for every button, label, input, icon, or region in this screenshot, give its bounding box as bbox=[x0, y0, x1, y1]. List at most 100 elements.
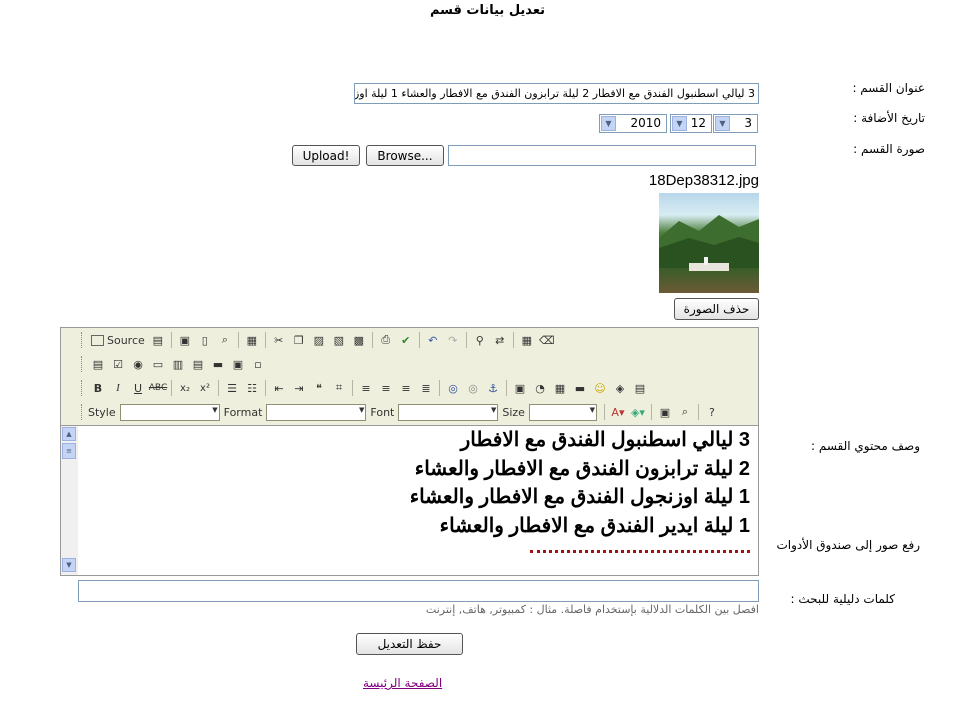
clipped-red-text bbox=[530, 550, 750, 557]
save-icon[interactable]: ▣ bbox=[175, 330, 195, 350]
day-select[interactable]: ▼ 3 bbox=[713, 114, 758, 133]
editor-scrollbar[interactable]: ▲ ≡ ▼ bbox=[61, 425, 78, 575]
smiley-icon[interactable]: ☺ bbox=[590, 378, 610, 398]
paste-icon[interactable]: ▨ bbox=[309, 330, 329, 350]
templates-icon[interactable]: ▦ bbox=[242, 330, 262, 350]
undo-icon[interactable]: ↶ bbox=[423, 330, 443, 350]
save-button[interactable]: حفظ التعديل bbox=[356, 633, 463, 655]
paste-word-icon[interactable]: ▩ bbox=[349, 330, 369, 350]
toolbar-row-3: B I U ABC x₂ x² ☰ ☷ ⇤ ⇥ ❝ ⌗ ≡ ≡ ≡ ≣ ◎ ◎ … bbox=[81, 377, 650, 399]
image-filename: 18Dep38312.jpg bbox=[648, 172, 759, 189]
format-combo[interactable]: Format bbox=[224, 403, 367, 421]
bold-icon[interactable]: B bbox=[88, 378, 108, 398]
superscript-icon[interactable]: x² bbox=[195, 378, 215, 398]
unlink-icon[interactable]: ◎ bbox=[463, 378, 483, 398]
toolbar-row-2: ▤ ☑ ◉ ▭ ▥ ▤ ▬ ▣ ▫ bbox=[81, 353, 268, 375]
rich-text-editor: Source ▤ ▣ ▯ ⌕ ▦ ✂ ❐ ▨ ▧ ▩ ⎙ ✔ ↶ ↷ ⚲ ⇄ ▦… bbox=[60, 327, 759, 576]
size-combo[interactable]: Size bbox=[502, 403, 597, 421]
link-icon[interactable]: ◎ bbox=[443, 378, 463, 398]
template-icon[interactable]: ▤ bbox=[148, 330, 168, 350]
font-combo[interactable]: Font bbox=[370, 403, 499, 421]
new-page-icon[interactable]: ▯ bbox=[195, 330, 215, 350]
image-button-icon[interactable]: ▣ bbox=[228, 354, 248, 374]
file-path-input[interactable] bbox=[448, 145, 756, 166]
div-icon[interactable]: ⌗ bbox=[329, 378, 349, 398]
chevron-down-icon bbox=[528, 403, 597, 421]
align-left-icon[interactable]: ≡ bbox=[356, 378, 376, 398]
content-line: 1 ليلة اوزنجول الفندق مع الافطار والعشاء bbox=[409, 486, 750, 508]
scroll-down-icon[interactable]: ▼ bbox=[62, 558, 76, 572]
upload-button[interactable]: Upload! bbox=[292, 145, 360, 166]
landscape-image-icon bbox=[659, 215, 759, 271]
scroll-thumb[interactable]: ≡ bbox=[62, 443, 76, 459]
outdent-icon[interactable]: ⇤ bbox=[269, 378, 289, 398]
delete-image-button[interactable]: حذف الصورة bbox=[674, 298, 759, 320]
redo-icon[interactable]: ↷ bbox=[443, 330, 463, 350]
indent-icon[interactable]: ⇥ bbox=[289, 378, 309, 398]
print-icon[interactable]: ⎙ bbox=[376, 330, 396, 350]
checkbox-icon[interactable]: ☑ bbox=[108, 354, 128, 374]
year-select[interactable]: ▼ 2010 bbox=[599, 114, 667, 133]
align-justify-icon[interactable]: ≣ bbox=[416, 378, 436, 398]
preview-icon[interactable]: ⌕ bbox=[215, 330, 235, 350]
bulleted-list-icon[interactable]: ☷ bbox=[242, 378, 262, 398]
image-label: صورة القسم : bbox=[853, 142, 925, 156]
chevron-down-icon bbox=[266, 403, 367, 421]
date-label: تاريخ الأضافة : bbox=[853, 111, 925, 125]
toolbar-row-1: Source ▤ ▣ ▯ ⌕ ▦ ✂ ❐ ▨ ▧ ▩ ⎙ ✔ ↶ ↷ ⚲ ⇄ ▦… bbox=[81, 329, 557, 351]
chevron-down-icon: ▼ bbox=[601, 116, 616, 131]
flash-icon[interactable]: ◔ bbox=[530, 378, 550, 398]
style-combo[interactable]: Style bbox=[88, 403, 220, 421]
strike-icon[interactable]: ABC bbox=[148, 378, 168, 398]
radio-icon[interactable]: ◉ bbox=[128, 354, 148, 374]
paste-text-icon[interactable]: ▧ bbox=[329, 330, 349, 350]
section-title-label: عنوان القسم : bbox=[852, 81, 925, 95]
source-button[interactable]: Source bbox=[88, 330, 148, 350]
show-blocks-icon[interactable]: ⌕ bbox=[675, 402, 695, 422]
numbered-list-icon[interactable]: ☰ bbox=[222, 378, 242, 398]
chevron-down-icon bbox=[119, 403, 220, 421]
textarea-icon[interactable]: ▥ bbox=[168, 354, 188, 374]
remove-format-icon[interactable]: ⌫ bbox=[537, 330, 557, 350]
editor-content[interactable]: 3 ليالي اسطنبول الفندق مع الافطار 2 ليلة… bbox=[78, 425, 758, 575]
special-char-icon[interactable]: ◈ bbox=[610, 378, 630, 398]
maximize-icon[interactable]: ▣ bbox=[655, 402, 675, 422]
text-field-icon[interactable]: ▭ bbox=[148, 354, 168, 374]
button-field-icon[interactable]: ▬ bbox=[208, 354, 228, 374]
table-icon[interactable]: ▦ bbox=[550, 378, 570, 398]
browse-button[interactable]: Browse... bbox=[366, 145, 444, 166]
select-all-icon[interactable]: ▦ bbox=[517, 330, 537, 350]
month-select[interactable]: ▼ 12 bbox=[670, 114, 712, 133]
form-icon[interactable]: ▤ bbox=[88, 354, 108, 374]
section-title-input[interactable]: 3 ليالي اسطنبول الفندق مع الافطار 2 ليلة… bbox=[354, 83, 759, 104]
chevron-down-icon: ▼ bbox=[672, 116, 687, 131]
blockquote-icon[interactable]: ❝ bbox=[309, 378, 329, 398]
italic-icon[interactable]: I bbox=[108, 378, 128, 398]
image-icon[interactable]: ▣ bbox=[510, 378, 530, 398]
anchor-icon[interactable]: ⚓ bbox=[483, 378, 503, 398]
help-icon[interactable]: ? bbox=[702, 402, 722, 422]
align-center-icon[interactable]: ≡ bbox=[376, 378, 396, 398]
spellcheck-icon[interactable]: ✔ bbox=[396, 330, 416, 350]
underline-icon[interactable]: U bbox=[128, 378, 148, 398]
content-line: 1 ليلة ايدير الفندق مع الافطار والعشاء bbox=[439, 514, 750, 537]
upload-images-link[interactable]: رفع صور إلى صندوق الأدوات bbox=[776, 538, 920, 552]
scroll-up-icon[interactable]: ▲ bbox=[62, 427, 76, 441]
find-icon[interactable]: ⚲ bbox=[470, 330, 490, 350]
hidden-field-icon[interactable]: ▫ bbox=[248, 354, 268, 374]
home-link[interactable]: الصفحة الرئيسة bbox=[363, 676, 442, 690]
subscript-icon[interactable]: x₂ bbox=[175, 378, 195, 398]
replace-icon[interactable]: ⇄ bbox=[490, 330, 510, 350]
page-break-icon[interactable]: ▤ bbox=[630, 378, 650, 398]
horizontal-rule-icon[interactable]: ▬ bbox=[570, 378, 590, 398]
align-right-icon[interactable]: ≡ bbox=[396, 378, 416, 398]
toolbar-row-4: Style Format Font Size A▾ ◈▾ ▣ ⌕ ? bbox=[81, 401, 722, 423]
cut-icon[interactable]: ✂ bbox=[269, 330, 289, 350]
select-field-icon[interactable]: ▤ bbox=[188, 354, 208, 374]
section-image bbox=[659, 193, 759, 293]
chevron-down-icon bbox=[398, 403, 499, 421]
keywords-input[interactable] bbox=[78, 580, 759, 602]
copy-icon[interactable]: ❐ bbox=[289, 330, 309, 350]
text-color-icon[interactable]: A▾ bbox=[608, 402, 628, 422]
bg-color-icon[interactable]: ◈▾ bbox=[628, 402, 648, 422]
